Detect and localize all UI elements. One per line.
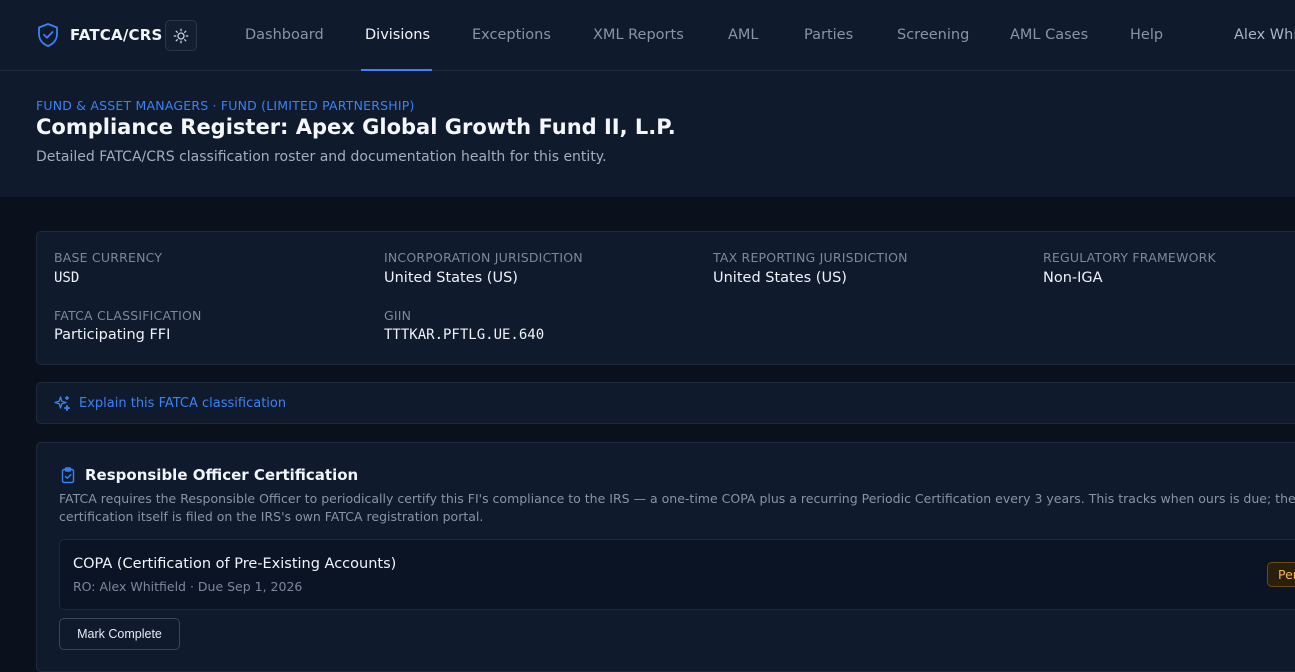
user-menu[interactable]: Alex Whitfield — [1234, 0, 1295, 71]
brand-name: FATCA/CRS — [70, 26, 163, 44]
brand[interactable]: FATCA/CRS — [36, 22, 162, 48]
explain-classification-label: Explain this FATCA classification — [79, 395, 287, 411]
nav-aml[interactable]: AML — [728, 0, 759, 71]
giin-value: TTTKAR.PFTLG.UE.640 — [384, 327, 545, 343]
incorporation-jurisdiction-value: United States (US) — [384, 270, 518, 286]
top-nav: FATCA/CRS Dashboard Divisions Exceptions… — [0, 0, 1295, 71]
mark-complete-button[interactable]: Mark Complete — [59, 618, 180, 650]
copa-title: COPA (Certification of Pre-Existing Acco… — [73, 556, 397, 572]
sparkles-icon — [54, 395, 71, 411]
certification-description: FATCA requires the Responsible Officer t… — [59, 491, 1295, 524]
fatca-classification-label: FATCA CLASSIFICATION — [54, 308, 202, 323]
copa-item — [59, 539, 1295, 610]
clipboard-check-icon — [61, 467, 75, 484]
certification-title: Responsible Officer Certification — [85, 466, 359, 484]
base-currency-label: BASE CURRENCY — [54, 250, 163, 265]
page-title: Compliance Register: Apex Global Growth … — [36, 115, 676, 139]
incorporation-jurisdiction-label: INCORPORATION JURISDICTION — [384, 250, 583, 265]
nav-xml-reports[interactable]: XML Reports — [593, 0, 684, 71]
page-subtitle: Detailed FATCA/CRS classification roster… — [36, 149, 607, 165]
copa-meta: RO: Alex Whitfield · Due Sep 1, 2026 — [73, 579, 303, 594]
tax-reporting-jurisdiction-value: United States (US) — [713, 270, 847, 286]
tax-reporting-jurisdiction-label: TAX REPORTING JURISDICTION — [713, 250, 908, 265]
theme-toggle-button[interactable] — [165, 20, 197, 51]
giin-label: GIIN — [384, 308, 412, 323]
nav-divisions[interactable]: Divisions — [365, 0, 430, 71]
regulatory-framework-label: REGULATORY FRAMEWORK — [1043, 250, 1216, 265]
shield-check-icon — [38, 23, 58, 47]
nav-dashboard[interactable]: Dashboard — [245, 0, 324, 71]
nav-aml-cases[interactable]: AML Cases — [1010, 0, 1088, 71]
status-badge: Pending — [1267, 562, 1295, 587]
nav-help[interactable]: Help — [1130, 0, 1163, 71]
regulatory-framework-value: Non-IGA — [1043, 270, 1103, 286]
nav-exceptions[interactable]: Exceptions — [472, 0, 551, 71]
nav-parties[interactable]: Parties — [804, 0, 853, 71]
explain-classification-link[interactable]: Explain this FATCA classification — [54, 394, 286, 412]
nav-screening[interactable]: Screening — [897, 0, 969, 71]
base-currency-value: USD — [54, 270, 80, 286]
sun-icon — [173, 28, 189, 43]
fatca-classification-value: Participating FFI — [54, 327, 171, 343]
breadcrumb: FUND & ASSET MANAGERS · FUND (LIMITED PA… — [36, 98, 415, 113]
